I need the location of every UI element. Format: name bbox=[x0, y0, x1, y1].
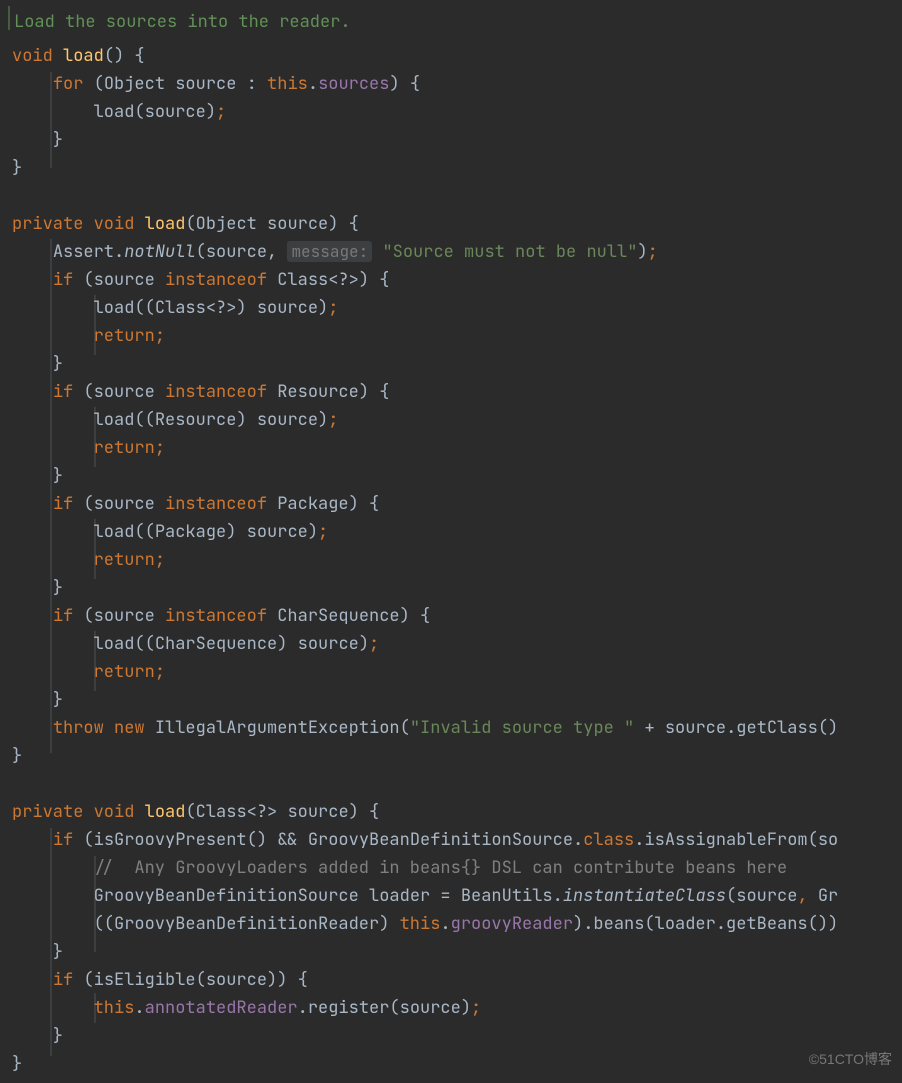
keyword-instanceof: instanceof bbox=[165, 269, 267, 291]
watermark: ©51CTO博客 bbox=[809, 1045, 892, 1073]
field-groovy-reader: groovyReader bbox=[451, 913, 573, 935]
class-assert: Assert bbox=[53, 241, 114, 263]
comment: // Any GroovyLoaders added in beans{} DS… bbox=[94, 857, 788, 879]
keyword-void: void bbox=[12, 45, 53, 67]
field-annotated-reader: annotatedReader bbox=[145, 997, 298, 1019]
call-iseligible: isEligible bbox=[94, 969, 196, 991]
keyword-class: class bbox=[583, 829, 634, 851]
keyword-private: private bbox=[12, 213, 83, 235]
method-notnull: notNull bbox=[124, 241, 195, 263]
keyword-return: return bbox=[94, 325, 155, 347]
parameter-hint: message: bbox=[287, 241, 372, 262]
keyword-this: this bbox=[267, 73, 308, 95]
keyword-if: if bbox=[53, 269, 73, 291]
call-isgroovy: isGroovyPresent bbox=[94, 829, 247, 851]
method-load: load bbox=[145, 801, 186, 823]
method-load: load bbox=[63, 45, 104, 67]
var-loader: loader bbox=[369, 885, 430, 907]
code-block[interactable]: void load() { for (Object source : this.… bbox=[12, 42, 838, 1078]
var-source: source bbox=[175, 73, 236, 95]
type-object: Object bbox=[104, 73, 165, 95]
keyword-throw: throw bbox=[53, 717, 104, 739]
class-illegal-arg: IllegalArgumentException bbox=[155, 717, 400, 739]
class-groovy-reader: GroovyBeanDefinitionReader bbox=[114, 913, 379, 935]
type-charsequence: CharSequence bbox=[277, 605, 399, 627]
string-literal: "Source must not be null" bbox=[382, 241, 637, 263]
javadoc-gutter-bar bbox=[8, 6, 10, 30]
field-sources: sources bbox=[318, 73, 389, 95]
method-load: load bbox=[145, 213, 186, 235]
class-beanutils: BeanUtils bbox=[461, 885, 553, 907]
keyword-new: new bbox=[114, 717, 145, 739]
code-editor[interactable]: Load the sources into the reader. void l… bbox=[0, 0, 902, 1083]
javadoc-line: Load the sources into the reader. bbox=[14, 8, 351, 36]
type-package: Package bbox=[277, 493, 348, 515]
string-literal: "Invalid source type " bbox=[410, 717, 634, 739]
class-groovy-src: GroovyBeanDefinitionSource bbox=[308, 829, 573, 851]
keyword-for: for bbox=[53, 73, 84, 95]
call-load: load bbox=[94, 101, 135, 123]
method-instantiate: instantiateClass bbox=[563, 885, 726, 907]
type-resource: Resource bbox=[277, 381, 359, 403]
